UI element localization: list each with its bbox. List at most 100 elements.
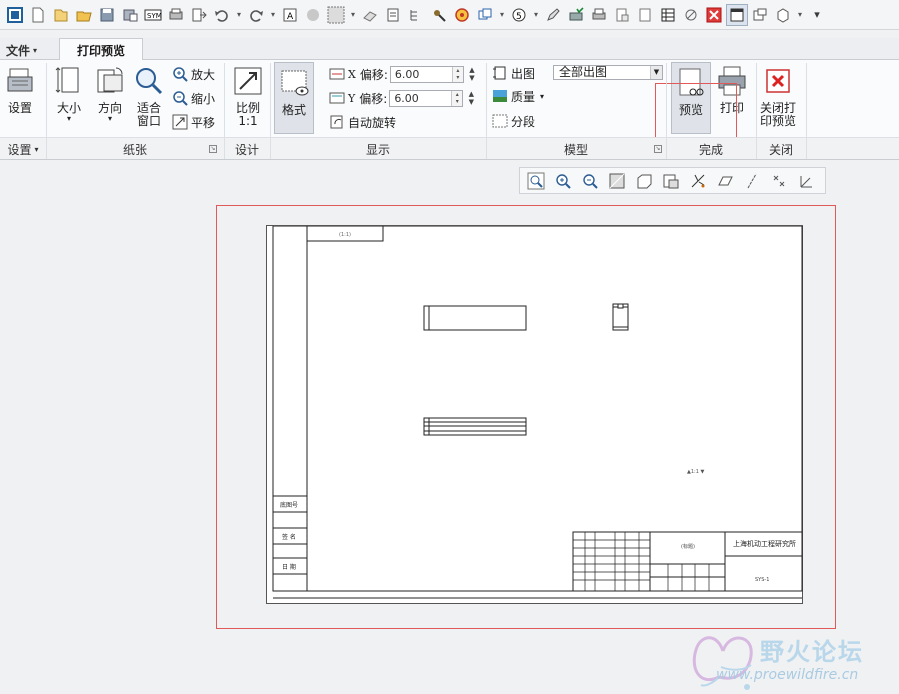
chevron-down-icon: ▾ [34,144,39,154]
no-icon[interactable] [680,4,702,26]
doc-icon[interactable] [611,4,633,26]
output-icon [492,65,508,81]
active-window-icon[interactable] [726,3,748,26]
zoom-in-button[interactable]: 放大 [172,64,215,84]
group-settings[interactable]: 设置 ▾ [0,140,46,158]
y-offset-value: 6.00 [394,91,419,105]
settings-button[interactable]: 设置 [4,64,36,115]
windows-icon[interactable] [474,4,496,26]
windows-dropdown-icon[interactable]: ▾ [497,4,507,26]
tab-bar: 文件 ▾ 打印预览 [0,38,899,61]
doc2-icon[interactable] [634,4,656,26]
quality-button[interactable]: 质量 ▾ [492,86,544,106]
target-icon[interactable] [451,4,473,26]
app-window-icon[interactable] [4,4,26,26]
x-offset-label: 偏移: [359,67,388,82]
segment-button[interactable]: 分段 [492,111,535,131]
table-icon[interactable] [657,4,679,26]
relations-icon[interactable] [382,4,404,26]
title-company: 上海机动工程研究所 [733,539,796,548]
y-offset-stepper-icon[interactable]: ▲ ▼ [465,90,477,107]
tab-print-preview[interactable]: 打印预览 [59,38,143,61]
zoom-out-icon[interactable] [578,170,602,192]
check-icon[interactable] [565,4,587,26]
redo-icon[interactable] [245,4,267,26]
annotation-icon[interactable]: A [279,4,301,26]
sphere-icon[interactable] [302,4,324,26]
zoom-in-icon[interactable] [551,170,575,192]
axis-display-icon[interactable] [740,170,764,192]
group-display-label: 显示 [365,142,390,157]
point-display-icon[interactable] [767,170,791,192]
tools-icon[interactable] [428,4,450,26]
y-offset-label: 偏移: [359,91,388,106]
3d-dropdown-icon[interactable]: ▾ [795,4,805,26]
chevron-down-icon: ▾ [107,114,112,123]
scale-note: ▲1:1 ▼ [687,469,704,475]
fit-window-icon [133,64,165,98]
paper-launcher-icon[interactable]: ↘ [209,145,217,153]
open-icon[interactable] [50,4,72,26]
regenerate-icon[interactable]: SYM [142,4,164,26]
csys-display-icon[interactable] [794,170,818,192]
save-icon[interactable] [96,4,118,26]
y-offset-spinner[interactable]: ▴ ▾ [451,90,463,106]
pencil-icon[interactable] [542,4,564,26]
y-offset-field[interactable]: 6.00 ▴ ▾ [389,89,464,107]
output-select-value: 全部出图 [559,65,608,79]
group-close-label: 关闭 [768,142,793,157]
undo-icon[interactable] [211,4,233,26]
export-icon[interactable] [188,4,210,26]
format-button[interactable]: 格式 [274,62,314,134]
x-offset-stepper-icon[interactable]: ▲ ▼ [466,66,478,83]
close-window-icon[interactable] [703,4,725,26]
x-offset-spinner[interactable]: ▴ ▾ [451,66,463,82]
model-launcher-icon[interactable]: ↘ [654,145,662,153]
print-icon[interactable] [165,4,187,26]
fit-window-button[interactable]: 适合 窗口 [133,64,165,128]
step-dropdown-icon[interactable]: ▾ [531,4,541,26]
x-offset-value: 6.00 [394,67,420,81]
step-icon[interactable]: 5 [508,4,530,26]
printer-icon[interactable] [588,4,610,26]
undo-dropdown-icon[interactable]: ▾ [234,4,244,26]
tree-icon[interactable] [405,4,427,26]
output-select[interactable]: 全部出图 ▼ [553,65,663,80]
plane-display-icon[interactable] [713,170,737,192]
svg-text:(1:1): (1:1) [339,232,351,238]
zoom-out-button[interactable]: 缩小 [172,88,215,108]
more-icon[interactable]: ▾ [806,4,828,26]
ribbon: 设置 大小 ▾ 方向 ▾ 适合 窗口 放大 缩小 平移 比例 1:1 格式 X … [0,60,899,160]
output-button[interactable]: 出图 [492,63,535,83]
group-model: 模型 [486,140,666,158]
svg-text:底图号: 底图号 [280,501,298,509]
box-select-icon[interactable] [325,4,347,26]
paper-size-button[interactable]: 大小 ▾ [53,64,85,123]
box-select-dropdown-icon[interactable]: ▾ [348,4,358,26]
svg-text:签 名: 签 名 [282,533,296,541]
tab-file-label: 文件 [6,43,31,58]
eraser-icon[interactable] [359,4,381,26]
orientation-button[interactable]: 方向 ▾ [94,64,126,123]
zoom-fit-icon[interactable] [524,170,548,192]
view-icon[interactable] [749,4,771,26]
annotation-display-icon[interactable] [686,170,710,192]
new-file-icon[interactable] [27,4,49,26]
3d-icon[interactable] [772,4,794,26]
x-offset-field[interactable]: 6.00 ▴ ▾ [389,65,464,83]
auto-rotate-button[interactable]: 自动旋转 [329,112,396,132]
close-preview-button[interactable]: 关闭打 印预览 [760,64,796,128]
saved-views-icon[interactable] [659,170,683,192]
tab-file[interactable]: 文件 ▾ [2,40,41,60]
segment-icon [492,113,508,129]
save-as-icon[interactable] [119,4,141,26]
display-style-icon[interactable] [632,170,656,192]
redo-dropdown-icon[interactable]: ▾ [268,4,278,26]
group-paper: 纸张 [46,140,224,158]
scale-value: 1:1 [238,114,258,128]
close-preview-label: 关闭打 印预览 [760,101,797,128]
open-folder-icon[interactable] [73,4,95,26]
shading-icon[interactable] [605,170,629,192]
pan-button[interactable]: 平移 [172,112,215,132]
scale-button[interactable]: 比例 1:1 [232,64,264,128]
